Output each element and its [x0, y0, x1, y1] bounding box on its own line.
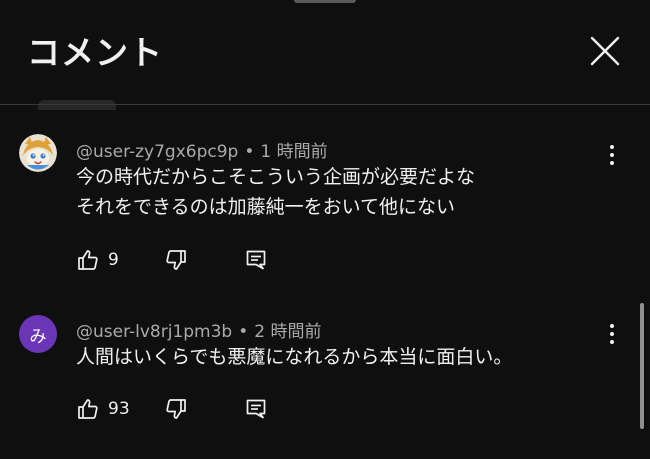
avatar[interactable]: み [19, 315, 57, 353]
header-divider [0, 104, 650, 105]
meta-separator: • [238, 322, 249, 342]
reply-icon [246, 399, 266, 419]
comments-panel: コメント @user-zy7gx6pc9p • 1 時間前 今の時代だからこそこ… [0, 0, 650, 459]
avatar[interactable] [19, 134, 57, 172]
comment-more-button[interactable] [600, 143, 624, 167]
thumb-up-icon [78, 250, 98, 270]
close-icon [590, 36, 620, 66]
panel-title: コメント [27, 33, 163, 72]
comment-text-line: 人間はいくらでも悪魔になれるから本当に面白い。 [76, 346, 513, 368]
comment-text-line: 今の時代だからこそこういう企画が必要だよな [76, 166, 476, 188]
like-button[interactable]: 9 [76, 247, 119, 273]
like-count: 9 [108, 250, 119, 270]
comment-time: 2 時間前 [254, 322, 322, 342]
comment-text: 人間はいくらでも悪魔になれるから本当に面白い。 [76, 342, 512, 372]
comment-meta: @user-zy7gx6pc9p • 1 時間前 [76, 137, 328, 162]
reply-button[interactable] [244, 396, 268, 422]
reply-button[interactable] [244, 247, 268, 273]
like-button[interactable]: 93 [76, 396, 130, 422]
reply-icon [246, 250, 266, 270]
close-button[interactable] [586, 32, 624, 70]
comment-text: 今の時代だからこそこういう企画が必要だよな それをできるのは加藤純一をおいて他に… [76, 162, 475, 222]
dislike-button[interactable] [164, 396, 188, 422]
comment-meta: @user-lv8rj1pm3b • 2 時間前 [76, 317, 321, 342]
avatar-letter: み [29, 326, 47, 347]
comment-more-button[interactable] [600, 322, 624, 346]
meta-separator: • [244, 142, 255, 162]
thumb-down-icon [166, 399, 186, 419]
comment-time: 1 時間前 [260, 142, 328, 162]
filter-chip-partial[interactable] [38, 100, 116, 110]
thumb-up-icon [78, 399, 98, 419]
comment-author[interactable]: @user-lv8rj1pm3b [76, 322, 232, 342]
mascot-avatar-icon [19, 134, 57, 172]
more-vert-icon [610, 145, 614, 165]
comment-text-line: それをできるのは加藤純一をおいて他にない [76, 196, 456, 218]
like-count: 93 [108, 399, 130, 419]
more-vert-icon [610, 324, 614, 344]
comment-author[interactable]: @user-zy7gx6pc9p [76, 142, 238, 162]
thumb-down-icon [166, 250, 186, 270]
scrollbar[interactable] [640, 303, 644, 429]
comments-header: コメント [0, 0, 650, 104]
dislike-button[interactable] [164, 247, 188, 273]
